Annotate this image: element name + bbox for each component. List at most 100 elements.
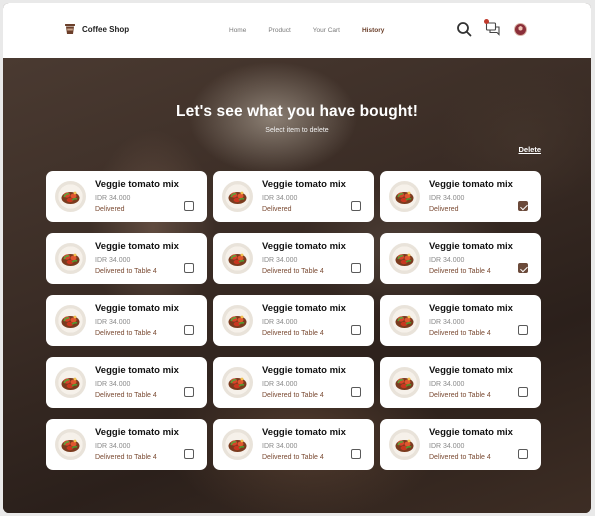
- item-select-checkbox[interactable]: [518, 201, 528, 211]
- item-price: IDR 34.000: [95, 257, 131, 264]
- food-image: [222, 243, 253, 274]
- food-icon: [395, 315, 414, 328]
- nav-history[interactable]: History: [362, 27, 384, 34]
- item-price: IDR 34.000: [262, 381, 298, 388]
- food-image: [55, 305, 86, 336]
- history-item-card[interactable]: Veggie tomato mix IDR 34.000 Delivered t…: [213, 295, 374, 346]
- history-item-card[interactable]: Veggie tomato mix IDR 34.000 Delivered t…: [46, 233, 207, 284]
- item-name: Veggie tomato mix: [95, 427, 179, 438]
- food-icon: [61, 315, 80, 328]
- item-select-checkbox[interactable]: [518, 325, 528, 335]
- food-icon: [61, 377, 80, 390]
- food-icon: [228, 377, 247, 390]
- brand[interactable]: Coffee Shop: [64, 23, 129, 35]
- item-price: IDR 34.000: [429, 319, 465, 326]
- item-price: IDR 34.000: [262, 195, 298, 202]
- food-icon: [228, 439, 247, 452]
- history-item-card[interactable]: Veggie tomato mix IDR 34.000 Delivered t…: [213, 419, 374, 470]
- food-icon: [395, 253, 414, 266]
- delete-button[interactable]: Delete: [518, 145, 541, 154]
- nav-product[interactable]: Product: [268, 27, 290, 34]
- item-price: IDR 34.000: [429, 195, 465, 202]
- history-item-card[interactable]: Veggie tomato mix IDR 34.000 Delivered: [46, 171, 207, 222]
- item-status: Delivered to Table 4: [262, 392, 324, 399]
- item-select-checkbox[interactable]: [518, 387, 528, 397]
- item-select-checkbox[interactable]: [518, 263, 528, 273]
- history-item-card[interactable]: Veggie tomato mix IDR 34.000 Delivered t…: [46, 357, 207, 408]
- notification-dot: [484, 19, 489, 24]
- history-hero: Let's see what you have bought! Select i…: [3, 58, 591, 513]
- item-status: Delivered to Table 4: [262, 268, 324, 275]
- nav-home[interactable]: Home: [229, 27, 246, 34]
- food-image: [389, 243, 420, 274]
- history-item-card[interactable]: Veggie tomato mix IDR 34.000 Delivered t…: [380, 233, 541, 284]
- item-select-checkbox[interactable]: [184, 325, 194, 335]
- item-select-checkbox[interactable]: [351, 449, 361, 459]
- item-name: Veggie tomato mix: [429, 427, 513, 438]
- item-name: Veggie tomato mix: [95, 241, 179, 252]
- avatar[interactable]: [514, 22, 527, 36]
- item-status: Delivered: [429, 206, 459, 213]
- history-item-card[interactable]: Veggie tomato mix IDR 34.000 Delivered t…: [380, 295, 541, 346]
- item-price: IDR 34.000: [262, 257, 298, 264]
- food-icon: [228, 253, 247, 266]
- food-image: [389, 305, 420, 336]
- history-item-card[interactable]: Veggie tomato mix IDR 34.000 Delivered t…: [380, 357, 541, 408]
- history-item-card[interactable]: Veggie tomato mix IDR 34.000 Delivered t…: [46, 295, 207, 346]
- food-icon: [61, 439, 80, 452]
- item-name: Veggie tomato mix: [95, 365, 179, 376]
- food-image: [55, 367, 86, 398]
- item-select-checkbox[interactable]: [351, 387, 361, 397]
- food-image: [222, 181, 253, 212]
- item-status: Delivered to Table 4: [262, 454, 324, 461]
- history-item-card[interactable]: Veggie tomato mix IDR 34.000 Delivered t…: [46, 419, 207, 470]
- history-item-card[interactable]: Veggie tomato mix IDR 34.000 Delivered: [213, 171, 374, 222]
- item-select-checkbox[interactable]: [351, 263, 361, 273]
- item-price: IDR 34.000: [429, 443, 465, 450]
- item-price: IDR 34.000: [95, 319, 131, 326]
- history-item-card[interactable]: Veggie tomato mix IDR 34.000 Delivered t…: [213, 357, 374, 408]
- chat-button[interactable]: [484, 19, 501, 37]
- item-price: IDR 34.000: [429, 381, 465, 388]
- item-name: Veggie tomato mix: [262, 179, 346, 190]
- item-price: IDR 34.000: [95, 443, 131, 450]
- food-icon: [228, 191, 247, 204]
- page-title: Let's see what you have bought!: [176, 103, 418, 120]
- history-grid: Veggie tomato mix IDR 34.000 Delivered V…: [46, 171, 541, 470]
- item-price: IDR 34.000: [262, 319, 298, 326]
- item-status: Delivered to Table 4: [429, 330, 491, 337]
- item-status: Delivered to Table 4: [262, 330, 324, 337]
- item-name: Veggie tomato mix: [262, 241, 346, 252]
- item-select-checkbox[interactable]: [184, 263, 194, 273]
- item-select-checkbox[interactable]: [184, 201, 194, 211]
- item-name: Veggie tomato mix: [95, 303, 179, 314]
- coffee-cup-icon: [65, 24, 75, 34]
- food-image: [55, 243, 86, 274]
- history-item-card[interactable]: Veggie tomato mix IDR 34.000 Delivered t…: [213, 233, 374, 284]
- nav-your-cart[interactable]: Your Cart: [313, 27, 340, 34]
- food-image: [55, 429, 86, 460]
- food-image: [222, 305, 253, 336]
- item-status: Delivered to Table 4: [95, 454, 157, 461]
- history-item-card[interactable]: Veggie tomato mix IDR 34.000 Delivered t…: [380, 419, 541, 470]
- item-status: Delivered to Table 4: [95, 392, 157, 399]
- page-subtitle: Select item to delete: [265, 127, 329, 134]
- item-name: Veggie tomato mix: [429, 241, 513, 252]
- item-status: Delivered to Table 4: [95, 268, 157, 275]
- food-image: [389, 429, 420, 460]
- food-image: [222, 429, 253, 460]
- item-select-checkbox[interactable]: [351, 201, 361, 211]
- food-image: [55, 181, 86, 212]
- item-select-checkbox[interactable]: [351, 325, 361, 335]
- search-icon[interactable]: [456, 21, 472, 37]
- item-name: Veggie tomato mix: [429, 365, 513, 376]
- history-item-card[interactable]: Veggie tomato mix IDR 34.000 Delivered: [380, 171, 541, 222]
- item-status: Delivered to Table 4: [429, 268, 491, 275]
- item-select-checkbox[interactable]: [184, 387, 194, 397]
- item-name: Veggie tomato mix: [262, 427, 346, 438]
- item-select-checkbox[interactable]: [184, 449, 194, 459]
- item-select-checkbox[interactable]: [518, 449, 528, 459]
- item-price: IDR 34.000: [262, 443, 298, 450]
- item-status: Delivered to Table 4: [429, 454, 491, 461]
- food-image: [389, 181, 420, 212]
